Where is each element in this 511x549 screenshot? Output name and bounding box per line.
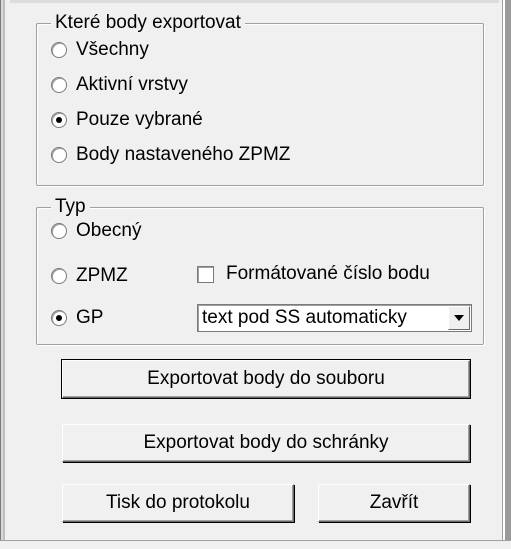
text-position-select-value[interactable]: text pod SS automaticky <box>198 307 448 329</box>
radio-gp-indicator[interactable] <box>51 310 67 326</box>
radio-general-indicator[interactable] <box>51 223 67 239</box>
formatted-number-checkbox-box[interactable] <box>197 265 214 283</box>
radio-general-label[interactable]: Obecný <box>76 220 141 242</box>
chevron-down-icon <box>454 315 464 321</box>
window-bottom-edge <box>0 540 511 549</box>
radio-zpmz-points[interactable]: Body nastaveného ZPMZ <box>51 142 290 168</box>
close-button[interactable]: Zavřít <box>318 484 470 522</box>
radio-zpmz-points-label[interactable]: Body nastaveného ZPMZ <box>76 144 290 166</box>
radio-active-layers[interactable]: Aktivní vrstvy <box>51 72 188 98</box>
radio-selected-only-indicator[interactable] <box>51 112 67 128</box>
text-position-select[interactable]: text pod SS automaticky <box>197 304 472 332</box>
print-protocol-button[interactable]: Tisk do protokolu <box>62 484 294 522</box>
radio-zpmz-indicator[interactable] <box>51 268 67 284</box>
formatted-number-checkbox[interactable]: Formátované číslo bodu <box>197 261 430 287</box>
export-to-clipboard-button[interactable]: Exportovat body do schránky <box>62 424 470 462</box>
radio-zpmz-points-indicator[interactable] <box>51 147 67 163</box>
formatted-number-checkbox-label[interactable]: Formátované číslo bodu <box>226 263 430 285</box>
radio-active-layers-indicator[interactable] <box>51 77 67 93</box>
radio-all-label[interactable]: Všechny <box>76 39 149 61</box>
export-to-file-button[interactable]: Exportovat body do souboru <box>61 359 471 399</box>
window-right-edge <box>499 0 511 549</box>
radio-active-layers-label[interactable]: Aktivní vrstvy <box>76 74 188 96</box>
window-top-edge <box>0 0 511 3</box>
radio-zpmz[interactable]: ZPMZ <box>51 263 128 289</box>
radio-general[interactable]: Obecný <box>51 218 141 244</box>
radio-all[interactable]: Všechny <box>51 37 149 63</box>
radio-zpmz-label[interactable]: ZPMZ <box>76 265 128 287</box>
dropdown-arrow-button[interactable] <box>448 306 470 330</box>
radio-all-indicator[interactable] <box>51 42 67 58</box>
radio-selected-only-label[interactable]: Pouze vybrané <box>76 109 203 131</box>
export-points-group: Které body exportovat Všechny Aktivní vr… <box>36 11 484 186</box>
type-group: Typ Obecný ZPMZ GP Formátované číslo bod… <box>36 195 484 345</box>
radio-selected-only[interactable]: Pouze vybrané <box>51 107 203 133</box>
radio-gp-label[interactable]: GP <box>76 307 103 329</box>
export-points-group-title: Které body exportovat <box>51 11 245 35</box>
radio-gp[interactable]: GP <box>51 305 103 331</box>
type-group-title: Typ <box>51 195 90 219</box>
window-left-edge <box>0 0 10 549</box>
